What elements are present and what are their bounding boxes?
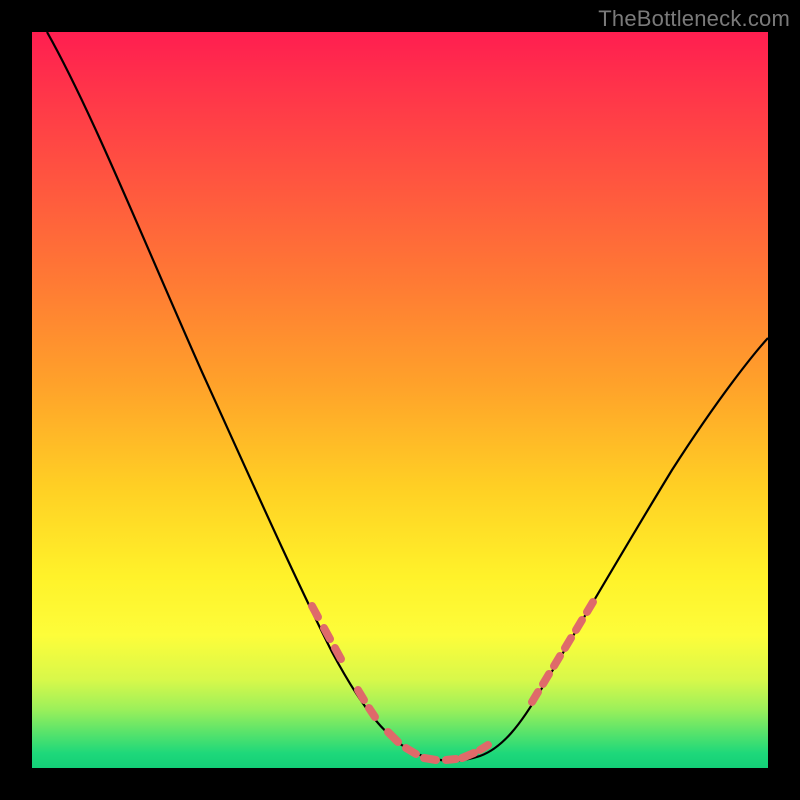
chart-svg (32, 32, 768, 768)
plot-area (32, 32, 768, 768)
curve-path (47, 32, 768, 761)
dots-group (312, 602, 593, 760)
chart-frame: TheBottleneck.com (0, 0, 800, 800)
watermark-text: TheBottleneck.com (598, 6, 790, 32)
